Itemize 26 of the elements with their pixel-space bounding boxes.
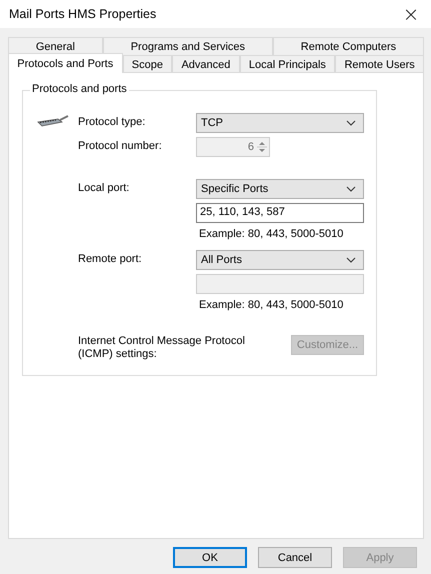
hint-text: Example: 80, 443, 5000-5010 — [198, 298, 344, 312]
dialog-button[interactable]: OK — [173, 547, 247, 568]
tab[interactable]: Local Principals — [240, 55, 336, 73]
dropdown[interactable]: TCP — [196, 113, 364, 133]
dropdown[interactable]: All Ports — [196, 250, 364, 270]
tab[interactable]: Remote Computers — [272, 37, 424, 55]
tab[interactable]: Remote Users — [335, 55, 424, 73]
field-label: Protocol number: — [78, 139, 162, 154]
chevron-down-icon — [346, 257, 356, 263]
tab[interactable]: Programs and Services — [102, 37, 273, 55]
group-title: Protocols and ports — [30, 83, 129, 95]
field-label: Protocol type: — [78, 115, 146, 130]
field-label: Local port: — [78, 181, 130, 196]
tab[interactable]: Protocols and Ports — [8, 53, 122, 73]
chevron-down-icon — [346, 186, 356, 192]
tab[interactable]: Advanced — [172, 55, 240, 73]
input-field[interactable]: 25, 110, 143, 587 — [196, 203, 364, 223]
window-title: Mail Ports HMS Properties — [9, 7, 156, 21]
hint-text: Example: 80, 443, 5000-5010 — [198, 227, 344, 241]
close-button[interactable]: × — [391, 0, 431, 28]
dropdown[interactable]: Specific Ports — [196, 179, 364, 199]
chevron-down-icon — [346, 120, 356, 126]
field-label: Internet Control Message Protocol (ICMP) settings: — [78, 335, 246, 361]
dialog-button[interactable]: Cancel — [258, 547, 332, 568]
tab[interactable]: Scope — [122, 55, 172, 73]
field-label: Remote port: — [78, 252, 142, 267]
